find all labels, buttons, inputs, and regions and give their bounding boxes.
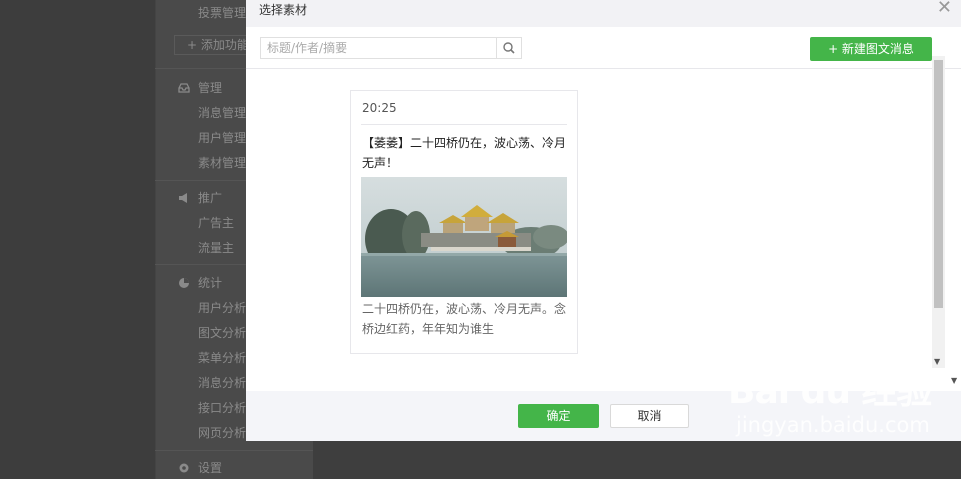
close-icon[interactable]: ✕ <box>937 0 952 18</box>
sidebar-item-web-analysis[interactable]: 网页分析 <box>198 424 246 441</box>
sidebar-group-manage: 管理 <box>178 79 222 96</box>
megaphone-icon <box>178 192 190 204</box>
sidebar-divider <box>155 450 313 451</box>
scrollbar-thumb[interactable] <box>934 60 943 308</box>
search-box <box>260 37 522 59</box>
sidebar-item-messages[interactable]: 消息管理 <box>198 104 246 121</box>
sidebar-item-users[interactable]: 用户管理 <box>198 129 246 146</box>
gear-icon <box>178 462 190 474</box>
sidebar-item-vote[interactable]: 投票管理 <box>198 4 246 21</box>
outer-scroll-down-icon[interactable]: ▼ <box>951 376 957 385</box>
watermark-url: jingyan.baidu.com <box>736 413 930 437</box>
search-input[interactable] <box>261 38 497 58</box>
scrollbar[interactable]: ▼ <box>932 56 945 368</box>
sidebar-item-advertiser[interactable]: 广告主 <box>198 214 234 231</box>
scroll-down-icon[interactable]: ▼ <box>934 357 940 366</box>
cancel-button[interactable]: 取消 <box>610 404 689 428</box>
sidebar-item-traffic[interactable]: 流量主 <box>198 239 234 256</box>
dialog-body: + 新建图文消息 20:25 【萎萎】二十四桥仍在，波心荡、冷月无声！ <box>246 27 961 391</box>
sidebar-group-promote: 推广 <box>178 189 222 206</box>
material-card[interactable]: 20:25 【萎萎】二十四桥仍在，波心荡、冷月无声！ 二十四桥仍在，波心荡、冷月… <box>350 90 578 354</box>
sidebar-item-materials[interactable]: 素材管理 <box>198 154 246 171</box>
dialog-title: 选择素材 <box>259 3 308 17</box>
card-time: 20:25 <box>362 101 397 115</box>
card-description: 二十四桥仍在，波心荡、冷月无声。念桥边红药，年年知为谁生 <box>362 302 567 336</box>
sidebar-group-label: 管理 <box>198 81 223 95</box>
sidebar-group-stats: 统计 <box>178 274 222 291</box>
watermark-logo: Bai du 经验 <box>728 371 933 412</box>
new-article-button[interactable]: + 新建图文消息 <box>810 37 932 61</box>
sidebar-group-label: 设置 <box>198 461 223 475</box>
search-button[interactable] <box>496 38 521 58</box>
card-divider <box>361 124 567 125</box>
card-title: 【萎萎】二十四桥仍在，波心荡、冷月无声！ <box>362 136 567 170</box>
search-icon <box>503 42 515 54</box>
sidebar-item-article-analysis[interactable]: 图文分析 <box>198 324 246 341</box>
sidebar-item-api-analysis[interactable]: 接口分析 <box>198 399 246 416</box>
sidebar-group-label: 推广 <box>198 191 223 205</box>
inbox-icon <box>178 82 190 94</box>
pie-chart-icon <box>178 277 190 289</box>
sidebar-group-label: 统计 <box>198 276 223 290</box>
card-cover-image <box>361 177 567 297</box>
toolbar-divider <box>246 68 961 69</box>
sidebar-item-message-analysis[interactable]: 消息分析 <box>198 374 246 391</box>
confirm-button[interactable]: 确定 <box>518 404 599 428</box>
sidebar-item-user-analysis[interactable]: 用户分析 <box>198 299 246 316</box>
baidu-watermark: Bai du 经验 jingyan.baidu.com <box>728 371 933 438</box>
background-left-panel <box>0 0 155 479</box>
sidebar-group-settings[interactable]: 设置 <box>178 459 222 476</box>
sidebar-item-menu-analysis[interactable]: 菜单分析 <box>198 349 246 366</box>
